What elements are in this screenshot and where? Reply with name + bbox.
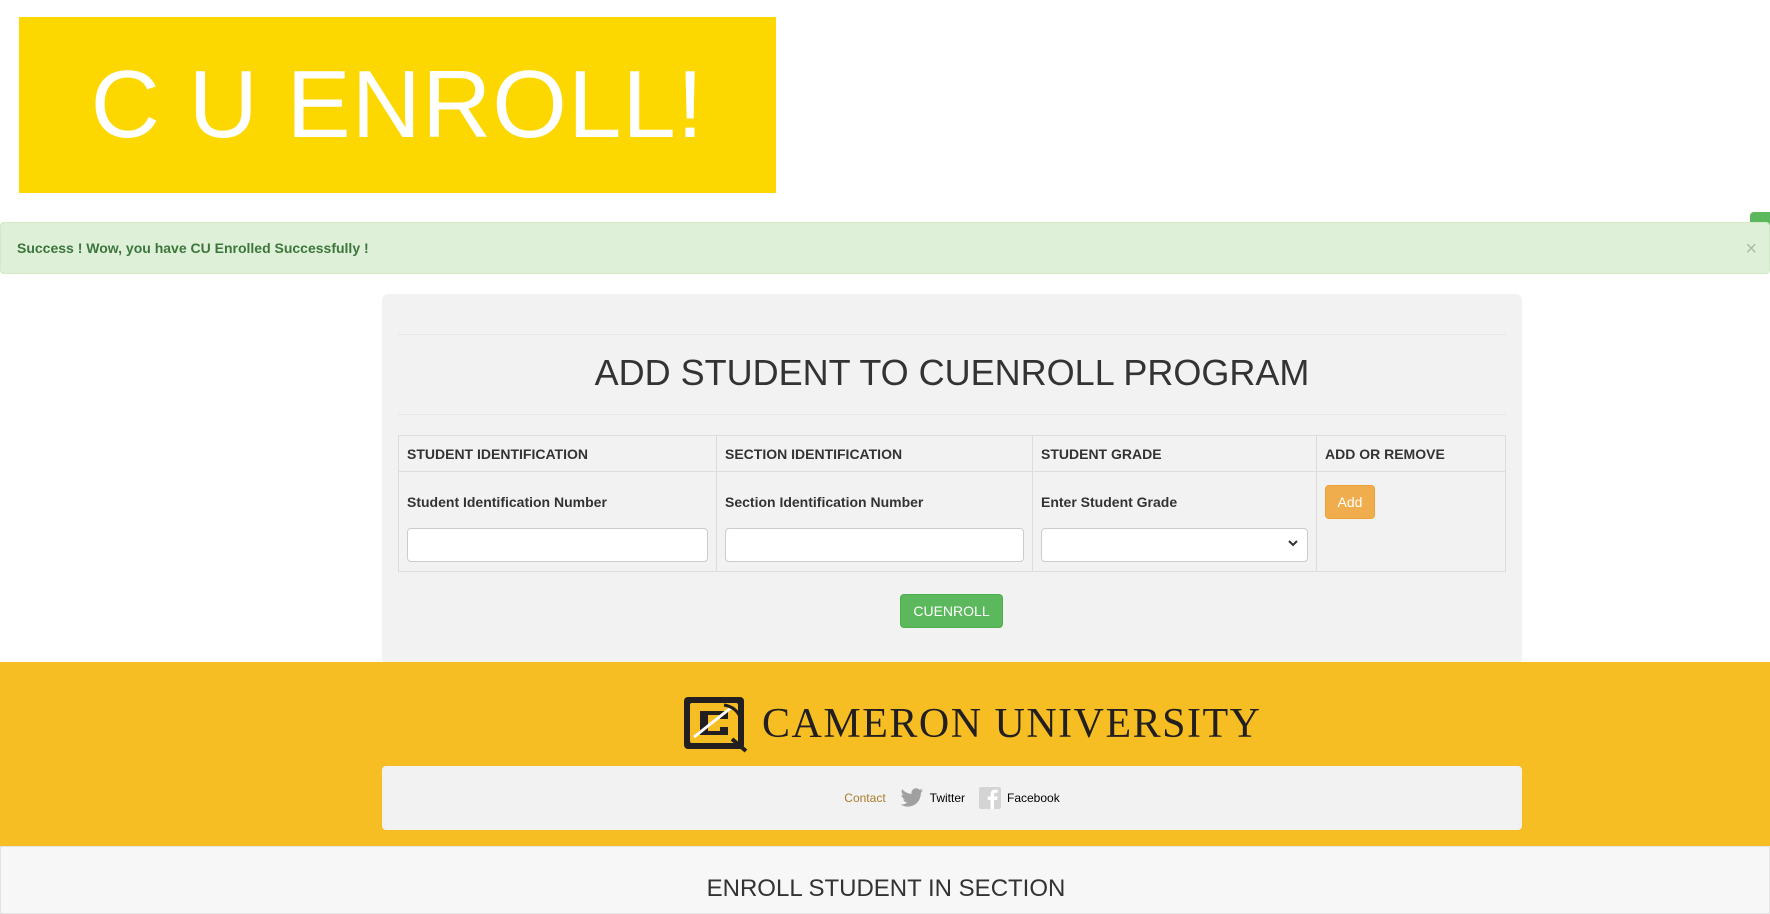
panel-title: ADD STUDENT TO CUENROLL PROGRAM — [594, 352, 1310, 393]
footer: CAMERON UNIVERSITY Contact Twitter Faceb… — [0, 662, 1770, 846]
facebook-link[interactable]: Facebook — [979, 787, 1060, 809]
section-id-label: Section Identification Number — [725, 494, 924, 510]
brand-title: C U ENROLL! — [90, 51, 705, 158]
student-cell: Student Identification Number — [398, 471, 717, 572]
cuenroll-button[interactable]: CUENROLL — [900, 594, 1003, 628]
grade-select[interactable] — [1041, 528, 1308, 562]
university-name: CAMERON UNIVERSITY — [762, 701, 1262, 747]
alert-message: Success ! Wow, you have CU Enrolled Succ… — [17, 240, 369, 256]
enroll-table: STUDENT IDENTIFICATION SECTION IDENTIFIC… — [398, 435, 1506, 572]
column-header: SECTION IDENTIFICATION — [716, 435, 1033, 472]
grade-label: Enter Student Grade — [1041, 494, 1178, 510]
add-button[interactable]: Add — [1325, 485, 1375, 519]
success-alert: Success ! Wow, you have CU Enrolled Succ… — [0, 222, 1770, 274]
table-row: Student Identification Number Section Id… — [398, 471, 1506, 572]
footer-links: Contact Twitter Facebook — [382, 766, 1522, 830]
twitter-bird-icon — [900, 788, 923, 807]
cameron-pickaxe-logo-icon — [684, 697, 748, 753]
column-header: STUDENT GRADE — [1032, 435, 1317, 472]
section-cell: Section Identification Number — [716, 471, 1033, 572]
table-header-row: STUDENT IDENTIFICATION SECTION IDENTIFIC… — [398, 435, 1506, 472]
divider — [398, 334, 1506, 335]
section-id-input[interactable] — [725, 528, 1024, 562]
university-logo[interactable]: CAMERON UNIVERSITY — [680, 693, 1262, 755]
facebook-f-icon — [979, 787, 1001, 809]
enroll-section: ENROLL STUDENT IN SECTION — [0, 846, 1770, 914]
contact-link[interactable]: Contact — [844, 791, 885, 805]
chevron-down-icon — [1287, 537, 1299, 552]
brand-banner: C U ENROLL! — [19, 17, 776, 193]
action-cell: Add — [1316, 471, 1506, 572]
facebook-label: Facebook — [1007, 791, 1060, 805]
divider — [398, 414, 1506, 415]
column-header: STUDENT IDENTIFICATION — [398, 435, 717, 472]
page: C U ENROLL! Success ! Wow, you have CU E… — [0, 0, 1770, 914]
twitter-link[interactable]: Twitter — [900, 788, 965, 808]
student-id-label: Student Identification Number — [407, 494, 607, 510]
column-header: ADD OR REMOVE — [1316, 435, 1506, 472]
add-student-panel: ADD STUDENT TO CUENROLL PROGRAM STUDENT … — [382, 294, 1522, 664]
twitter-label: Twitter — [929, 791, 965, 805]
section-title: ENROLL STUDENT IN SECTION — [706, 875, 1066, 902]
close-icon[interactable]: × — [1745, 239, 1757, 259]
student-id-input[interactable] — [407, 528, 708, 562]
grade-cell: Enter Student Grade — [1032, 471, 1317, 572]
